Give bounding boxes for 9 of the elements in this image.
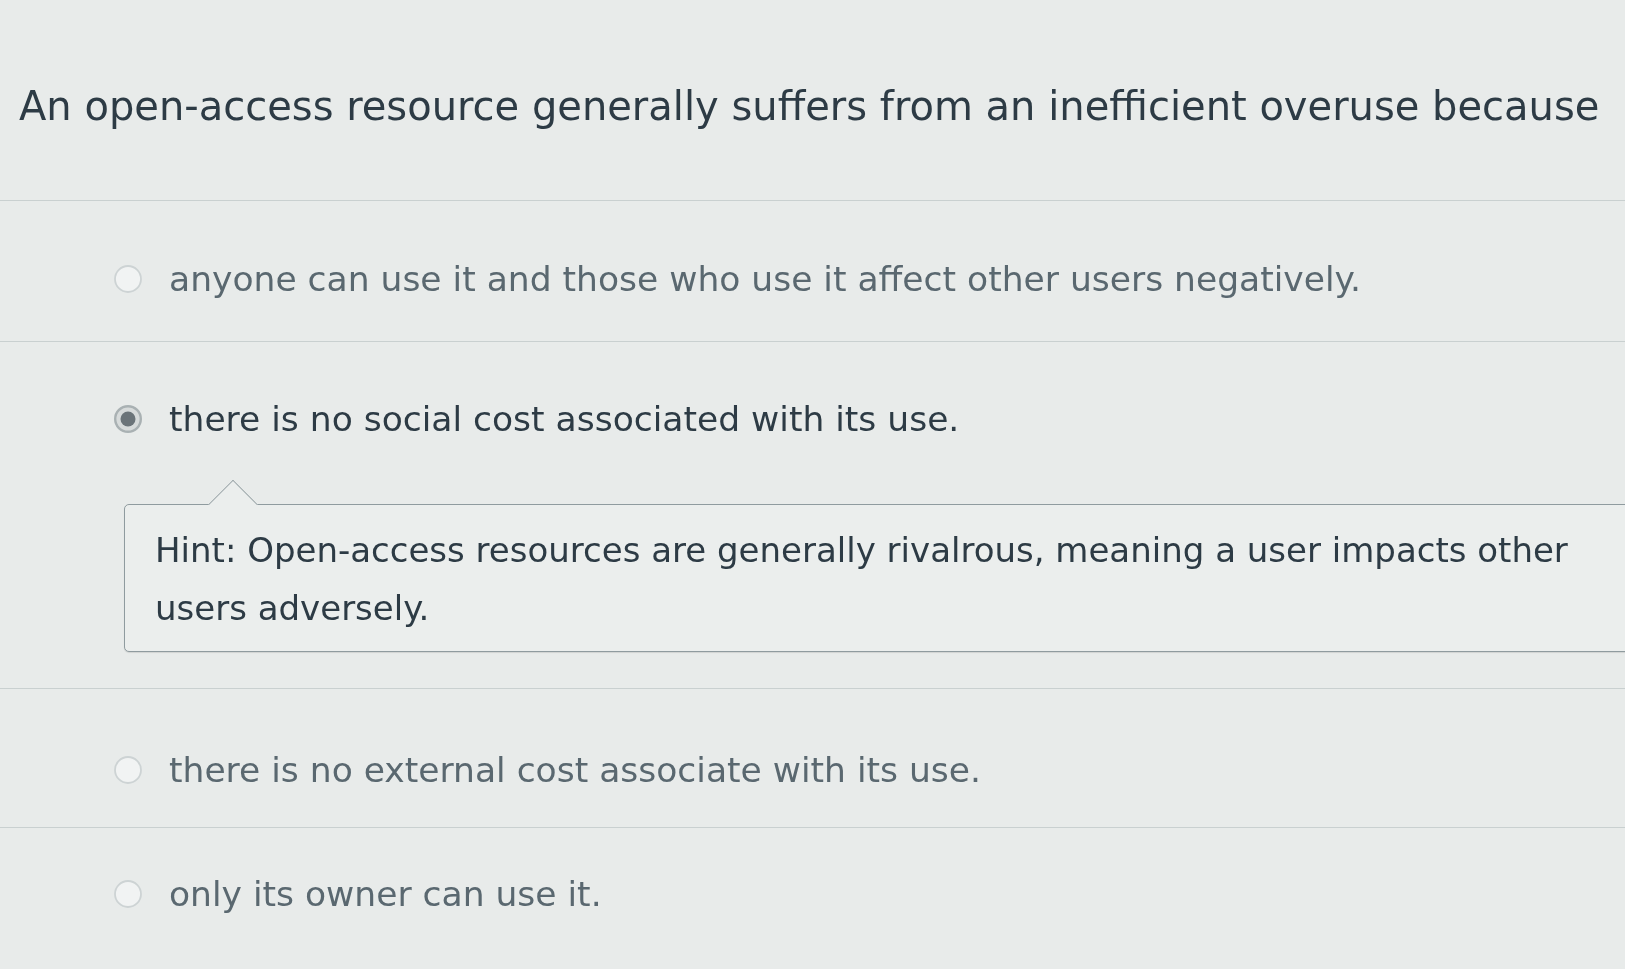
radio-button[interactable] xyxy=(114,405,142,433)
option-label[interactable]: there is no external cost associate with its use. xyxy=(169,749,982,791)
radio-button[interactable] xyxy=(114,880,142,908)
option-label[interactable]: only its owner can use it. xyxy=(169,873,602,915)
option-label[interactable]: there is no social cost associated with its use. xyxy=(169,398,960,440)
radio-button[interactable] xyxy=(114,265,142,293)
radio-button[interactable] xyxy=(114,756,142,784)
question-text: An open-access resource generally suffers from an inefficient overuse because xyxy=(19,82,1600,130)
option-label[interactable]: anyone can use it and those who use it affect other users negatively. xyxy=(169,258,1362,300)
